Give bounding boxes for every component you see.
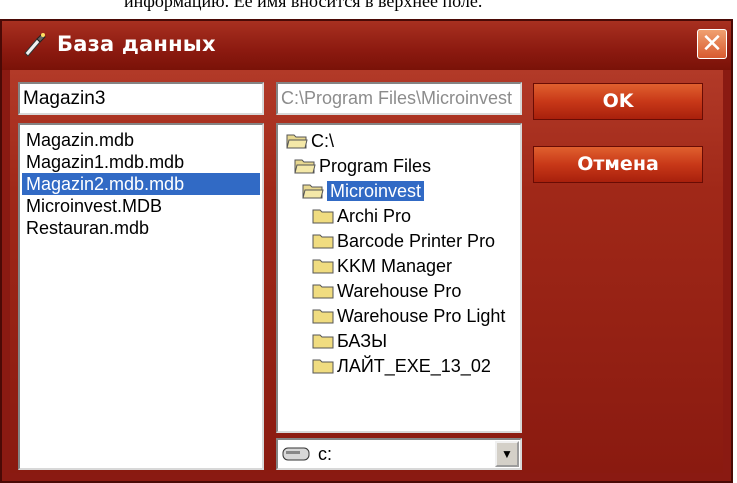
file-list-item[interactable]: Microinvest.MDB xyxy=(22,195,260,217)
directory-label: Archi Pro xyxy=(337,205,412,226)
file-list-item-selected[interactable]: Magazin2.mdb.mdb xyxy=(22,173,260,195)
drive-select[interactable]: c: ▼ xyxy=(276,438,522,470)
dialog-client-area: Magazin.mdb Magazin1.mdb.mdb Magazin2.md… xyxy=(10,70,723,473)
directory-label: Barcode Printer Pro xyxy=(337,230,496,251)
folder-icon xyxy=(312,284,334,299)
database-wand-icon xyxy=(24,33,46,57)
directory-label: ЛАЙТ_EXE_13_02 xyxy=(337,355,491,376)
open-folder-icon xyxy=(286,134,308,149)
database-name-input[interactable] xyxy=(18,82,264,115)
directory-label: Program Files xyxy=(319,155,432,176)
directory-item[interactable]: Barcode Printer Pro xyxy=(278,228,520,253)
window-title: База данных xyxy=(57,32,216,56)
folder-icon xyxy=(312,334,334,349)
folder-icon xyxy=(312,209,334,224)
directory-label: KKM Manager xyxy=(337,255,453,276)
file-list-item[interactable]: Restauran.mdb xyxy=(22,217,260,239)
directory-item[interactable]: KKM Manager xyxy=(278,253,520,278)
directory-tree[interactable]: C:\ Program Files Microinvest Archi Pro … xyxy=(276,123,522,433)
database-dialog: База данных ✕ Magazin.mdb Magazin1.mdb.m… xyxy=(0,19,733,483)
ok-button[interactable]: OK xyxy=(533,83,703,120)
hard-drive-icon xyxy=(282,447,310,461)
directory-item[interactable]: Warehouse Pro xyxy=(278,278,520,303)
open-folder-icon xyxy=(294,159,316,174)
directory-item[interactable]: Archi Pro xyxy=(278,203,520,228)
title-bar[interactable]: База данных ✕ xyxy=(2,21,731,70)
chevron-down-icon: ▼ xyxy=(501,447,513,461)
directory-item[interactable]: Program Files xyxy=(278,153,520,178)
file-list-item[interactable]: Magazin1.mdb.mdb xyxy=(22,151,260,173)
background-document-text: информацию. Ее имя вносится в верхнее по… xyxy=(124,0,483,11)
drive-label: c: xyxy=(318,444,333,464)
close-icon: ✕ xyxy=(701,28,723,58)
directory-item-selected[interactable]: Microinvest xyxy=(278,178,520,203)
file-list-item[interactable]: Magazin.mdb xyxy=(22,129,260,151)
folder-icon xyxy=(312,359,334,374)
folder-icon xyxy=(312,234,334,249)
directory-label: Warehouse Pro Light xyxy=(337,305,506,326)
open-folder-icon xyxy=(302,184,324,199)
directory-item[interactable]: ЛАЙТ_EXE_13_02 xyxy=(278,353,520,378)
directory-label: Warehouse Pro xyxy=(337,280,462,301)
folder-icon xyxy=(312,259,334,274)
directory-item[interactable]: C:\ xyxy=(278,128,520,153)
close-button[interactable]: ✕ xyxy=(697,29,727,59)
directory-item[interactable]: Warehouse Pro Light xyxy=(278,303,520,328)
directory-label: C:\ xyxy=(311,130,335,151)
cancel-button[interactable]: Отмена xyxy=(533,146,703,183)
folder-icon xyxy=(312,309,334,324)
directory-item[interactable]: БАЗЫ xyxy=(278,328,520,353)
dropdown-arrow-button[interactable]: ▼ xyxy=(495,441,519,467)
directory-label: Microinvest xyxy=(327,180,425,201)
file-list[interactable]: Magazin.mdb Magazin1.mdb.mdb Magazin2.md… xyxy=(18,123,264,470)
directory-label: БАЗЫ xyxy=(337,330,388,351)
directory-path-input[interactable] xyxy=(276,82,522,115)
